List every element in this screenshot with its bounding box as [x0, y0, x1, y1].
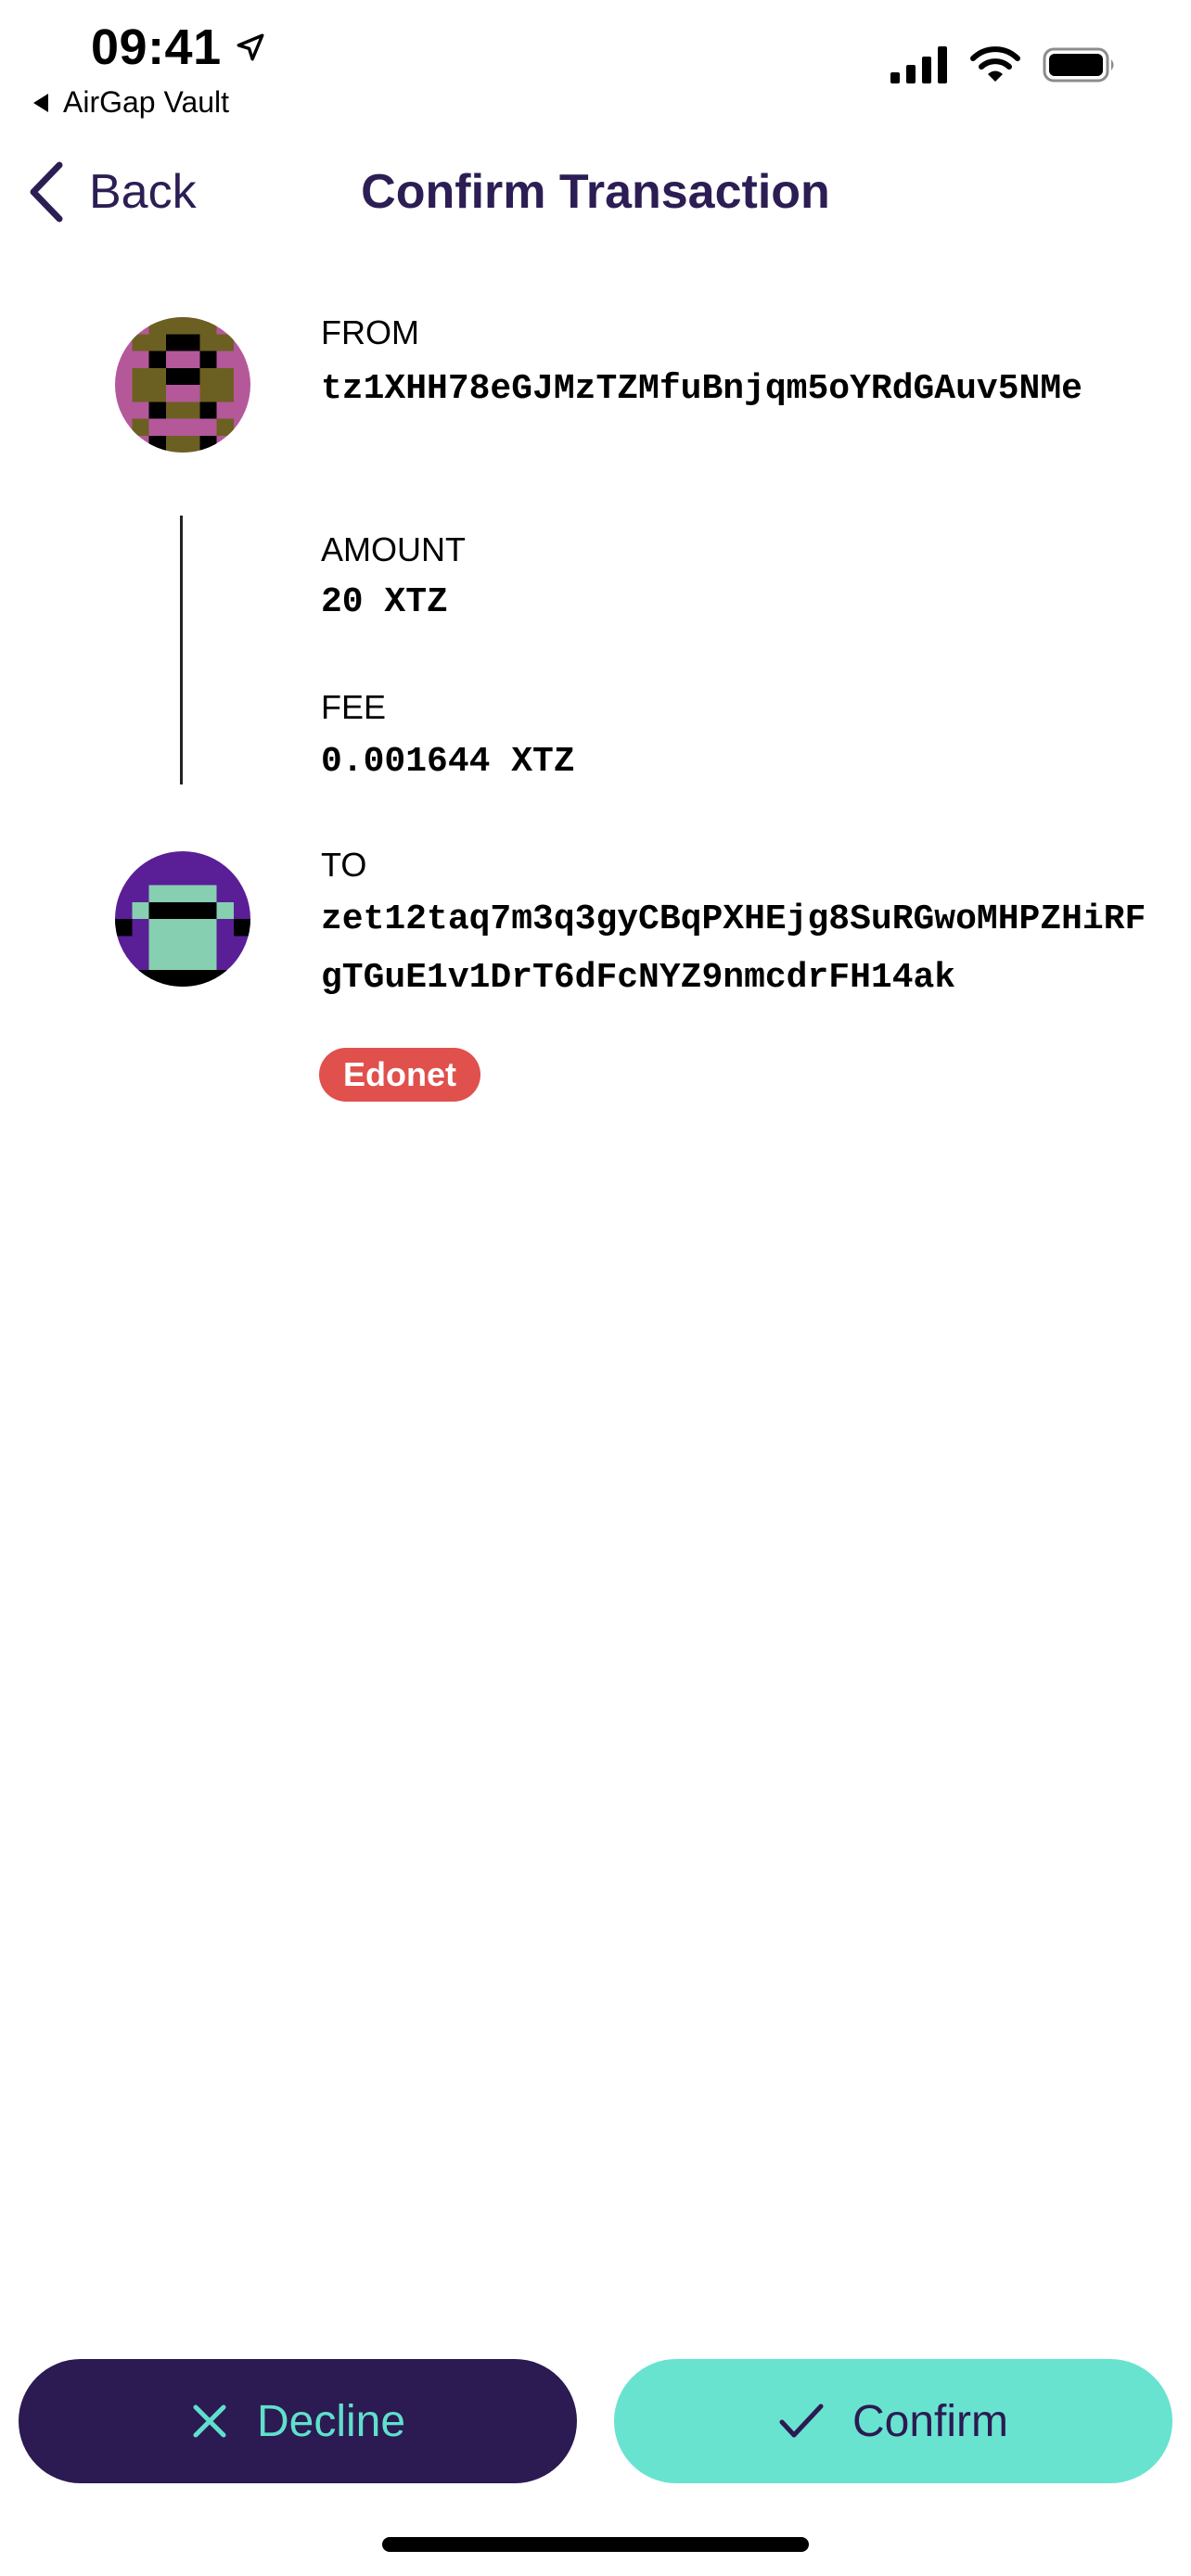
- page-title: Confirm Transaction: [361, 165, 830, 219]
- status-time: 09:41: [91, 19, 266, 76]
- confirm-button[interactable]: Confirm: [614, 2359, 1172, 2483]
- to-address: zet12taq7m3q3gyCBqPXHEjg8SuRGwoMHPZHiRFg…: [321, 899, 1146, 998]
- decline-button-label: Decline: [256, 2396, 406, 2446]
- from-identicon: [115, 317, 250, 453]
- wifi-icon: [970, 46, 1020, 82]
- cellular-signal-icon: [890, 46, 947, 83]
- from-label: FROM: [321, 313, 419, 351]
- fee-label: FEE: [321, 688, 387, 726]
- amount-label: AMOUNT: [321, 530, 466, 568]
- fee-value: 0.001644 XTZ: [321, 742, 575, 782]
- to-identicon: [115, 851, 250, 987]
- back-triangle-icon: [33, 93, 48, 112]
- close-icon: [193, 2404, 226, 2438]
- decline-button[interactable]: Decline: [19, 2359, 577, 2483]
- status-time-text: 09:41: [91, 19, 222, 75]
- back-to-app-link[interactable]: AirGap Vault: [32, 85, 229, 120]
- amount-value: 20 XTZ: [321, 582, 448, 622]
- battery-icon: [1043, 47, 1114, 83]
- home-indicator[interactable]: [382, 2537, 809, 2552]
- location-arrow-icon: [237, 33, 264, 61]
- network-badge: Edonet: [319, 1048, 480, 1102]
- to-label: TO: [321, 846, 367, 884]
- confirm-button-label: Confirm: [852, 2396, 1009, 2446]
- back-to-app-label: AirGap Vault: [63, 85, 230, 119]
- checkmark-icon: [779, 2404, 824, 2438]
- status-icons: [890, 46, 1117, 83]
- transfer-connector-line: [180, 516, 183, 784]
- from-address: tz1XHH78eGJMzTZMfuBnjqm5oYRdGAuv5NMe: [321, 369, 1082, 409]
